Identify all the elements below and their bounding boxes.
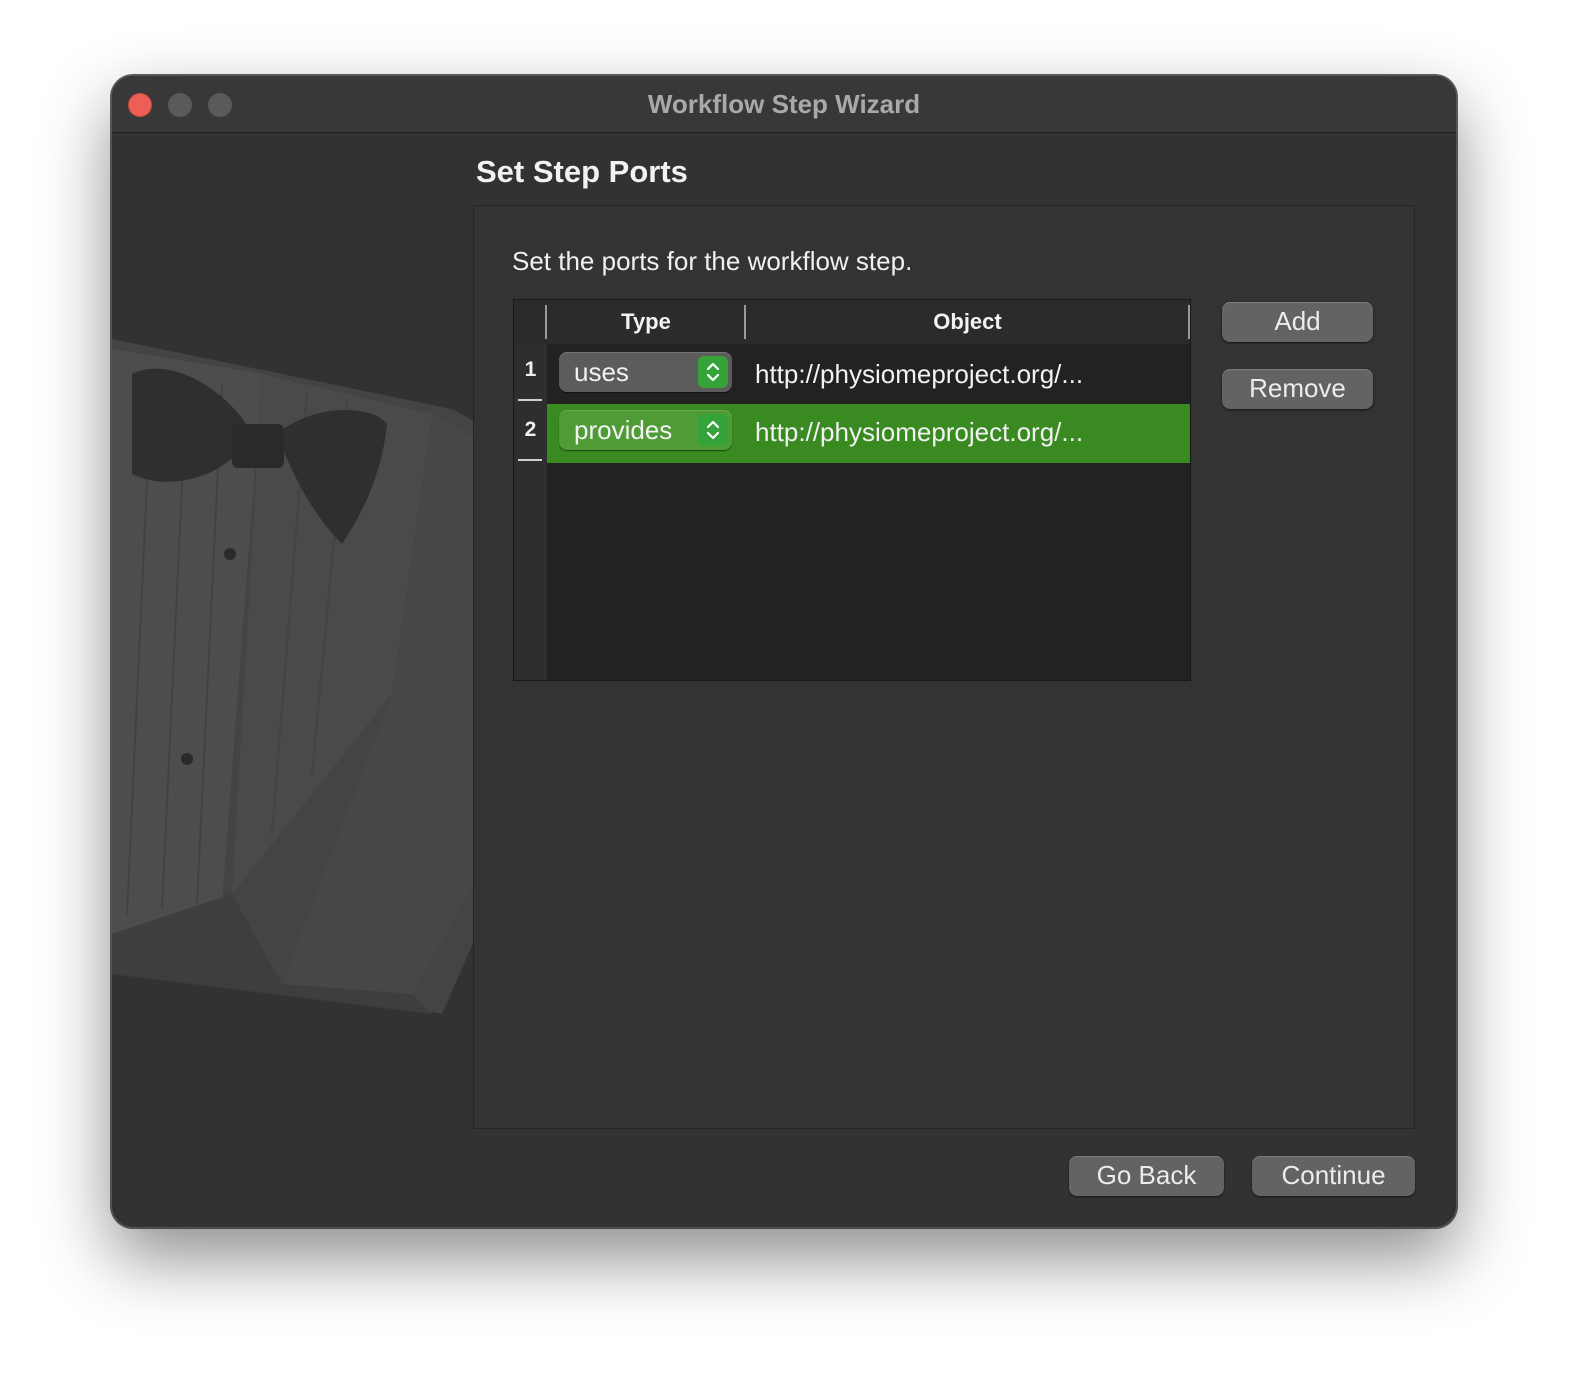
row-divider — [518, 399, 542, 401]
table-row-selected[interactable]: provides http://physiomeproject.org/... — [547, 404, 1190, 463]
title-bar[interactable]: Workflow Step Wizard — [112, 76, 1456, 133]
type-combobox[interactable]: uses — [559, 352, 732, 392]
page-title: Set Step Ports — [476, 154, 688, 189]
continue-button[interactable]: Continue — [1252, 1156, 1415, 1196]
row-number[interactable]: 1 — [514, 358, 547, 382]
object-cell[interactable]: http://physiomeproject.org/... — [755, 359, 1083, 390]
row-number[interactable]: 2 — [514, 418, 547, 442]
table-header: Type Object — [514, 300, 1190, 344]
header-separator — [1188, 305, 1190, 339]
remove-button[interactable]: Remove — [1222, 369, 1373, 409]
row-divider — [518, 459, 542, 461]
row-header-column: 1 2 — [514, 344, 547, 680]
go-back-button[interactable]: Go Back — [1069, 1156, 1224, 1196]
ports-table[interactable]: Type Object 1 2 uses http://physiomeproj… — [513, 299, 1191, 681]
page-subtitle: Set the ports for the workflow step. — [512, 246, 913, 276]
column-header-type[interactable]: Type — [547, 300, 745, 344]
wizard-window: Workflow Step Wizard Set Step Ports Set … — [111, 75, 1457, 1228]
object-cell[interactable]: http://physiomeproject.org/... — [755, 417, 1083, 448]
column-header-object[interactable]: Object — [746, 300, 1189, 344]
up-down-chevron-icon — [698, 414, 728, 446]
type-combobox-value: provides — [574, 415, 673, 445]
add-button[interactable]: Add — [1222, 302, 1373, 342]
tuxedo-bowtie-icon — [112, 339, 532, 1014]
type-combobox[interactable]: provides — [559, 410, 732, 450]
window-title: Workflow Step Wizard — [647, 89, 921, 119]
type-combobox-value: uses — [574, 357, 629, 387]
table-row[interactable]: uses http://physiomeproject.org/... — [547, 346, 1190, 405]
up-down-chevron-icon — [698, 356, 728, 388]
